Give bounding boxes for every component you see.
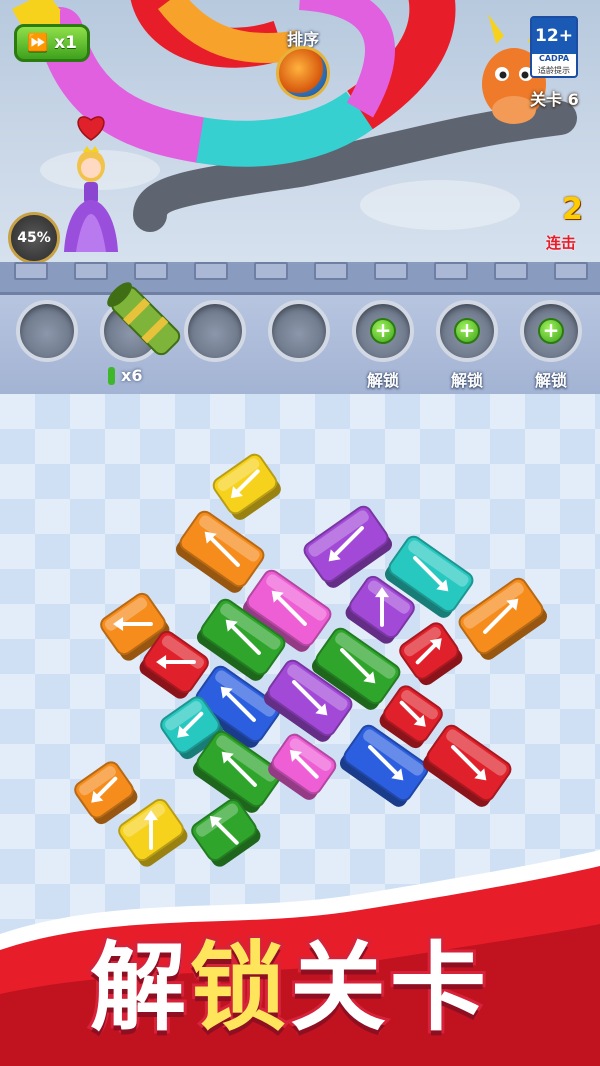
speed-button[interactable]: ⏩ x1 [14, 24, 90, 62]
unlock-label-3: 解锁 [534, 371, 567, 390]
ammo-icon [108, 366, 115, 385]
fast-forward-icon: ⏩ [27, 33, 49, 53]
heart-icon [77, 116, 105, 141]
wall-crenel [434, 262, 468, 280]
slot-locked-1[interactable]: + [352, 300, 414, 362]
wall-crenel [254, 262, 288, 280]
plus-icon: + [538, 318, 564, 344]
game-scene: ⏩ x1 排序 45% 12+ CADPA 适龄提示 关卡 6 2 连击 [0, 0, 600, 262]
wall-crenel [14, 262, 48, 280]
combo-count: 2 [562, 192, 583, 227]
slot-empty-2[interactable] [184, 300, 246, 362]
banner-char: 锁 [187, 929, 290, 1047]
speed-label: x1 [54, 33, 77, 53]
wall-crenel [494, 262, 528, 280]
slot-empty-3[interactable] [268, 300, 330, 362]
level-label: 关卡 6 [530, 90, 579, 109]
progress-badge: 45% [8, 212, 60, 262]
princess-character [64, 146, 118, 252]
slot-locked-2[interactable]: + [436, 300, 498, 362]
plus-icon: + [454, 318, 480, 344]
wall-crenel [314, 262, 348, 280]
slot-locked-3[interactable]: + [520, 300, 582, 362]
slot-empty-1[interactable] [16, 300, 78, 362]
progress-percent: 45% [17, 230, 51, 246]
plus-icon: + [370, 318, 396, 344]
sort-icon [276, 46, 330, 100]
cannon-icon [107, 282, 181, 356]
wall-crenel [554, 262, 588, 280]
banner-char: 卡 [387, 929, 490, 1047]
banner-title: 解锁关卡 [87, 910, 520, 1047]
age-rating-tip: 适龄提示 [538, 66, 570, 75]
age-rating-badge: 12+ CADPA 适龄提示 [530, 16, 578, 78]
banner-char: 关 [287, 929, 390, 1047]
wall-crenel [194, 262, 228, 280]
sort-button[interactable]: 排序 [268, 26, 338, 100]
unlock-label-2: 解锁 [450, 371, 483, 390]
unlock-label-1: 解锁 [366, 371, 399, 390]
combo-label: 连击 [546, 234, 577, 252]
cannon-ammo: x6 [108, 366, 142, 385]
wall-crenel [374, 262, 408, 280]
banner-char: 解 [87, 929, 190, 1047]
ammo-count: x6 [121, 366, 143, 385]
age-rating: 12+ [532, 18, 576, 54]
age-rating-org: CADPA [538, 54, 570, 63]
